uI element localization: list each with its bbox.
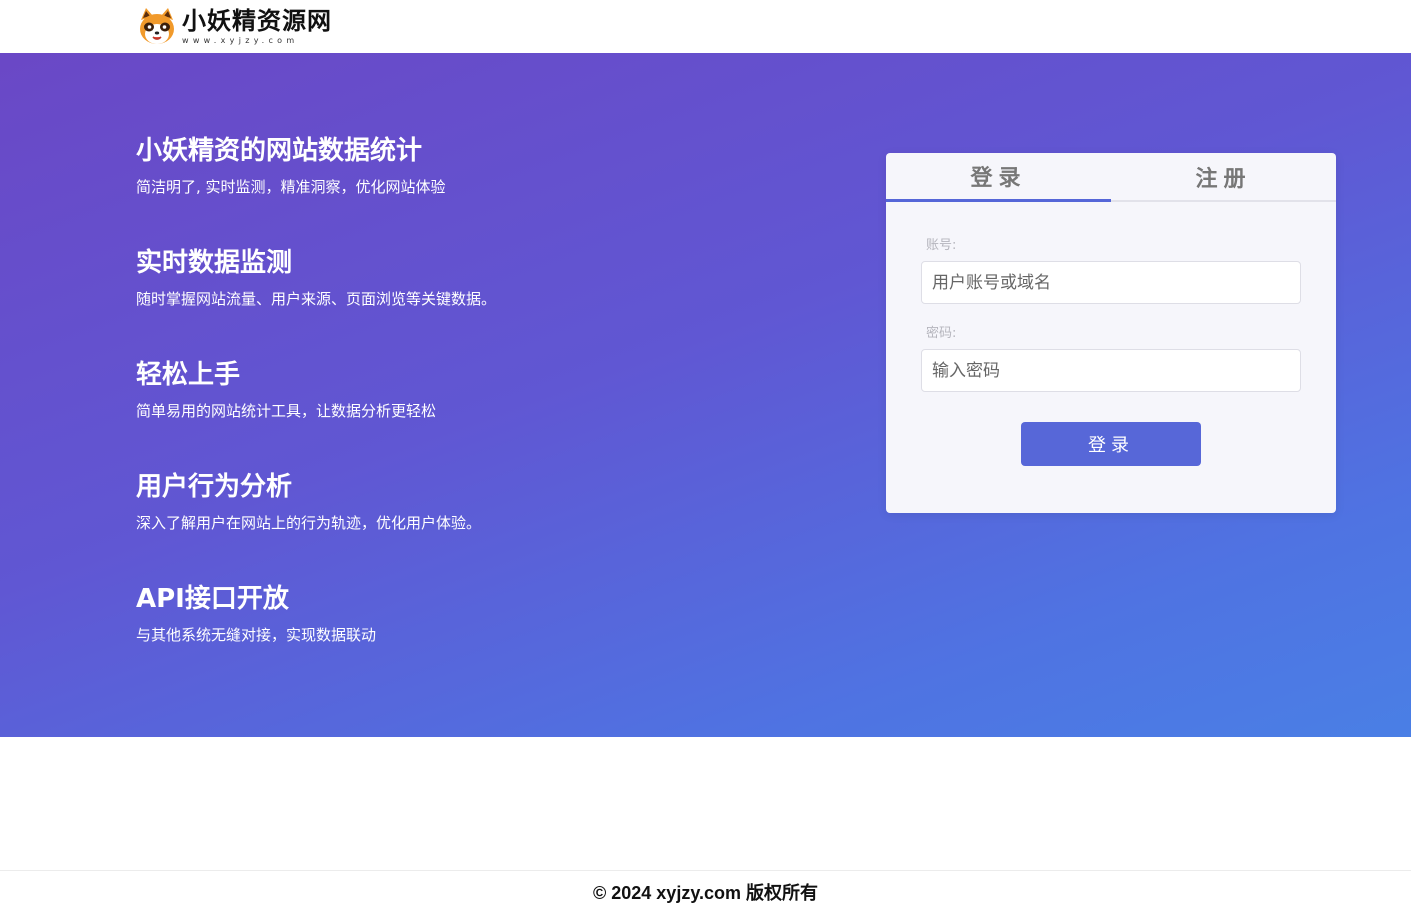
- copyright-text: © 2024 xyjzy.com 版权所有: [592, 883, 819, 903]
- logo-title: 小妖精资源网: [182, 6, 332, 35]
- hero-section: 小妖精资的网站数据统计 简洁明了, 实时监测，精准洞察，优化网站体验 实时数据监…: [0, 53, 1411, 737]
- site-header: 小妖精资源网 www.xyjzy.com: [0, 0, 1411, 53]
- feature-desc: 简洁明了, 实时监测，精准洞察，优化网站体验: [136, 178, 446, 196]
- auth-tabs: 登录 注册: [886, 153, 1336, 202]
- feature-desc: 深入了解用户在网站上的行为轨迹，优化用户体验。: [136, 514, 482, 532]
- tab-register[interactable]: 注册: [1111, 153, 1336, 200]
- feature-item: API接口开放 与其他系统无缝对接，实现数据联动: [136, 583, 736, 645]
- feature-title: 用户行为分析: [136, 472, 293, 502]
- account-input[interactable]: [921, 261, 1301, 304]
- account-field-group: 账号:: [921, 238, 1301, 304]
- login-form: 账号: 密码: 登录: [886, 202, 1336, 466]
- site-logo[interactable]: 小妖精资源网 www.xyjzy.com: [137, 6, 332, 46]
- password-label: 密码:: [926, 326, 957, 341]
- tab-login[interactable]: 登录: [886, 153, 1111, 202]
- feature-title: 实时数据监测: [136, 248, 293, 278]
- feature-desc: 与其他系统无缝对接，实现数据联动: [136, 626, 377, 644]
- password-input[interactable]: [921, 349, 1301, 392]
- feature-title: 小妖精资的网站数据统计: [136, 136, 423, 166]
- login-button[interactable]: 登录: [1021, 422, 1201, 466]
- logo-subtitle: www.xyjzy.com: [182, 36, 299, 45]
- feature-title: API接口开放: [136, 584, 289, 614]
- password-field-group: 密码:: [921, 326, 1301, 392]
- feature-item: 轻松上手 简单易用的网站统计工具，让数据分析更轻松: [136, 359, 736, 421]
- account-label: 账号:: [926, 238, 957, 253]
- feature-desc: 简单易用的网站统计工具，让数据分析更轻松: [136, 402, 437, 420]
- feature-desc: 随时掌握网站流量、用户来源、页面浏览等关键数据。: [136, 290, 497, 308]
- feature-title: 轻松上手: [136, 360, 241, 390]
- feature-item: 小妖精资的网站数据统计 简洁明了, 实时监测，精准洞察，优化网站体验: [136, 135, 736, 197]
- feature-item: 实时数据监测 随时掌握网站流量、用户来源、页面浏览等关键数据。: [136, 247, 736, 309]
- feature-item: 用户行为分析 深入了解用户在网站上的行为轨迹，优化用户体验。: [136, 471, 736, 533]
- raccoon-mascot-icon: [140, 8, 174, 44]
- login-card: 登录 注册 账号: 密码: 登录: [886, 153, 1336, 513]
- site-footer: © 2024 xyjzy.com 版权所有: [0, 870, 1411, 913]
